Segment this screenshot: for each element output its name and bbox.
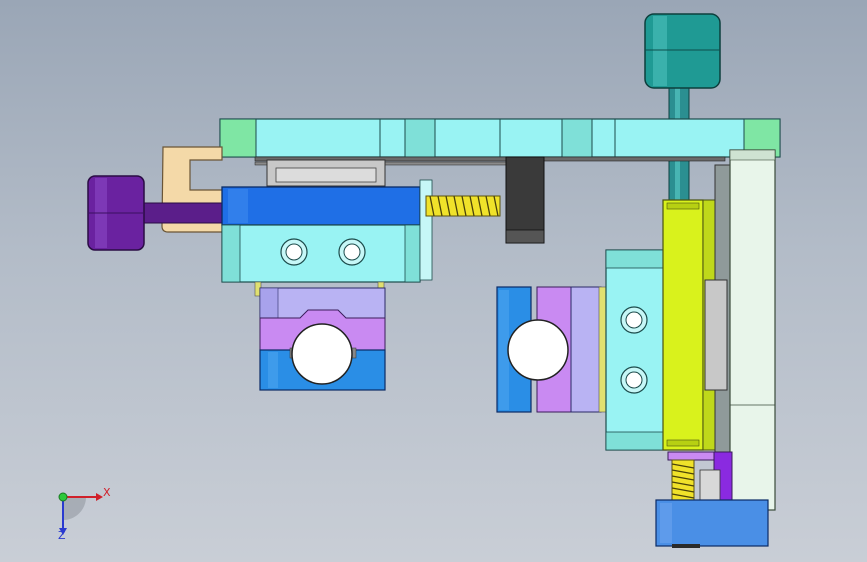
right-clamp xyxy=(496,286,608,413)
left-clamp xyxy=(254,281,386,391)
horizontal-adjust-knob[interactable] xyxy=(87,175,225,251)
guide-rails xyxy=(254,156,726,187)
assembly-model[interactable] xyxy=(0,0,867,562)
top-cyan-plate xyxy=(219,118,781,158)
right-cyan-block xyxy=(605,249,667,451)
left-blue-carriage xyxy=(221,186,421,226)
horizontal-spring xyxy=(425,195,501,217)
vertical-adjust-knob[interactable] xyxy=(644,13,721,207)
axis-x-label: X xyxy=(103,486,111,499)
cad-viewport[interactable]: X Z xyxy=(0,0,867,562)
dark-stop-block xyxy=(505,156,545,244)
axis-z-label: Z xyxy=(58,529,66,542)
